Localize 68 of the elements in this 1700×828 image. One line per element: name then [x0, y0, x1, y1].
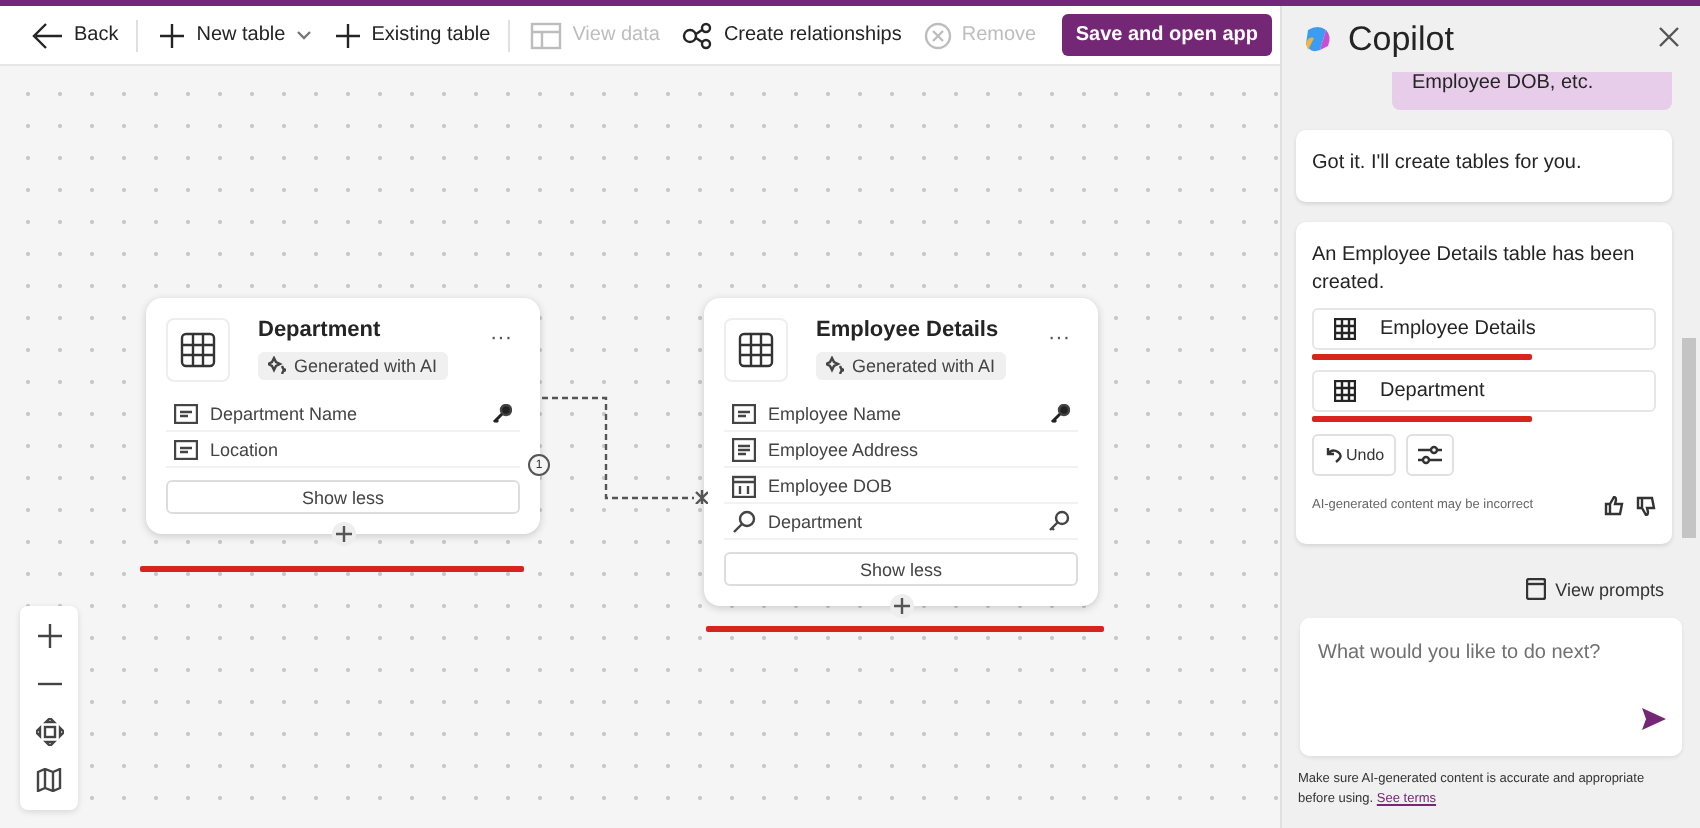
- view-prompts-button[interactable]: View prompts: [1513, 576, 1676, 602]
- text-field-icon: [732, 403, 756, 423]
- show-less-button[interactable]: Show less: [724, 552, 1078, 586]
- table-link-button[interactable]: Employee Details: [1312, 308, 1656, 350]
- prompts-icon: [1525, 578, 1546, 600]
- grid-drawing: [180, 332, 216, 368]
- column-row[interactable]: Location: [166, 432, 520, 468]
- add-column-button[interactable]: [890, 594, 914, 618]
- thumbs-down-button[interactable]: [1636, 496, 1656, 516]
- send-icon: [1642, 708, 1666, 730]
- view-prompts-label: View prompts: [1555, 579, 1664, 599]
- save-button[interactable]: Save and open app: [1061, 14, 1272, 56]
- table-icon: [1334, 318, 1356, 340]
- close-icon: [1658, 26, 1680, 48]
- ai-badge: Generated with AI: [816, 351, 1006, 379]
- more-options-button[interactable]: ···: [482, 318, 520, 358]
- column-row[interactable]: Department Name: [166, 396, 520, 432]
- fit-view-icon: [35, 718, 63, 746]
- plus-icon: [894, 598, 910, 614]
- table-icon: [530, 21, 563, 49]
- column-row[interactable]: Employee Address: [724, 432, 1078, 468]
- grid-drawing: [738, 332, 774, 368]
- thumbs-down-icon: [1636, 496, 1656, 516]
- show-less-button[interactable]: Show less: [166, 480, 520, 514]
- address-field-icon: [732, 437, 756, 461]
- panel-title: Copilot: [1348, 19, 1454, 59]
- message-text: Got it. I'll create tables for you.: [1312, 150, 1584, 178]
- undo-button[interactable]: Undo: [1312, 434, 1397, 476]
- copilot-logo-icon: [1302, 23, 1334, 55]
- table-name: Employee Details: [816, 318, 1001, 342]
- table-link-button[interactable]: Department: [1312, 370, 1656, 412]
- text-field-icon: [174, 403, 198, 423]
- search-icon: [732, 509, 756, 533]
- sparkle-icon: [268, 356, 286, 374]
- plus-icon: [333, 21, 362, 49]
- column-row[interactable]: Employee Name: [724, 396, 1078, 432]
- adjust-button[interactable]: [1406, 434, 1455, 476]
- ai-badge: Generated with AI: [258, 351, 448, 379]
- text-field-icon: [174, 439, 198, 459]
- thumbs-up-button[interactable]: [1604, 496, 1624, 516]
- thumbs-up-icon: [1604, 496, 1624, 516]
- column-row[interactable]: Employee DOB: [724, 468, 1078, 504]
- add-column-button[interactable]: [332, 522, 356, 546]
- lookup-key-icon: [1048, 510, 1070, 532]
- back-arrow-icon: [32, 21, 64, 49]
- remove-icon: [923, 21, 952, 49]
- caret-icon: [295, 30, 312, 40]
- map-icon: [36, 768, 62, 792]
- send-button[interactable]: [1642, 706, 1666, 736]
- message-text: An Employee Details table has been created.: [1312, 242, 1637, 298]
- back-button[interactable]: Back: [28, 13, 123, 57]
- prompt-field[interactable]: What would you like to do next?: [1300, 618, 1682, 756]
- new-table-button[interactable]: New table: [154, 13, 316, 57]
- add-button[interactable]: Existing table: [329, 13, 495, 57]
- sparkle-icon: [826, 356, 844, 374]
- calendar-icon: [732, 473, 756, 497]
- plus-icon: [158, 21, 187, 49]
- relate-button[interactable]: Create relationships: [677, 13, 906, 57]
- undo-icon: [1324, 446, 1342, 464]
- plus-icon: [336, 526, 352, 542]
- nodes-icon: [681, 21, 714, 49]
- sliders-icon: [1418, 444, 1443, 466]
- table-icon: [1334, 380, 1356, 402]
- user-message: Employee DOB, etc.: [1392, 72, 1672, 110]
- column-row[interactable]: Department: [724, 504, 1078, 540]
- more-options-button[interactable]: ···: [1040, 318, 1078, 358]
- plus-icon: [37, 624, 61, 648]
- table-name: Department: [258, 318, 383, 342]
